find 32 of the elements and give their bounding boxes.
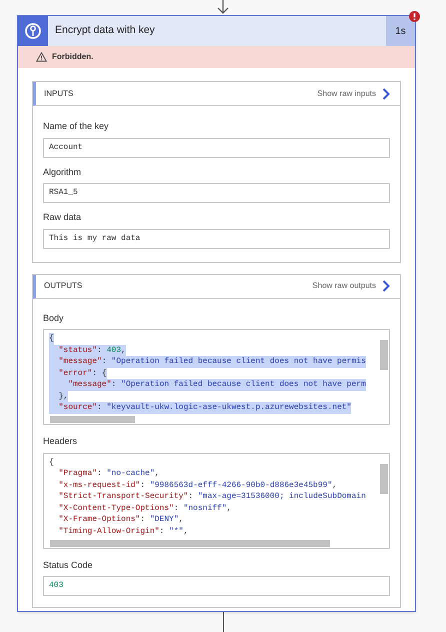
- code-line: "X-Content-Type-Options": "nosniff",: [58, 502, 232, 514]
- down-arrow-icon: [217, 0, 229, 15]
- code-line: "Pragma": "no-cache",: [58, 468, 160, 480]
- error-message: Forbidden.: [52, 51, 94, 63]
- section-title: OUTPUTS: [44, 280, 82, 292]
- code-box[interactable]: [43, 329, 390, 425]
- chevron-right-icon: [382, 280, 390, 292]
- connector-line: [222, 612, 224, 632]
- code-line: "Strict-Transport-Security": "max-age=31536000; includeSubDomain: [58, 491, 366, 502]
- value-field[interactable]: RSA1_5: [43, 183, 390, 203]
- field-label: Raw data: [43, 211, 82, 224]
- field-label: Algorithm: [43, 166, 82, 179]
- field-label: Headers: [43, 435, 78, 448]
- section-title: INPUTS: [44, 88, 74, 100]
- field-label: Status Code: [43, 558, 94, 572]
- card-header[interactable]: Encrypt data with key: [48, 16, 386, 46]
- field-label: Name of the key: [43, 120, 110, 133]
- chevron-right-icon: [382, 88, 390, 100]
- action-title: Encrypt data with key: [55, 23, 155, 38]
- code-box[interactable]: [43, 452, 390, 548]
- show-raw-link[interactable]: Show raw outputs: [312, 280, 390, 292]
- field-label: Body: [43, 312, 65, 325]
- warning-icon: [36, 52, 47, 62]
- code-line: "Timing-Allow-Origin": "*",: [58, 526, 188, 537]
- show-raw-link[interactable]: Show raw inputs: [317, 88, 390, 100]
- value-field[interactable]: Account: [43, 138, 390, 158]
- value-field[interactable]: This is my raw data: [43, 228, 390, 248]
- duration: 1s: [386, 16, 415, 46]
- code-line: "x-ms-request-id": "9986563d-efff-4266-90b0-d886e3e45b99",: [58, 480, 338, 491]
- code-line: "X-Frame-Options": "DENY",: [58, 514, 184, 526]
- value-field[interactable]: 403: [43, 576, 390, 596]
- code-line: {: [49, 456, 54, 468]
